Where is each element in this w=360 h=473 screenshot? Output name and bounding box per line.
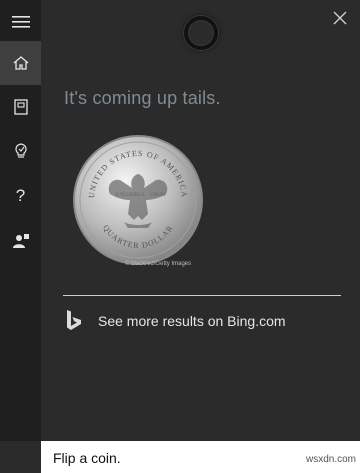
notebook-icon (13, 99, 28, 115)
left-rail: ? (0, 0, 41, 441)
menu-button[interactable] (0, 0, 41, 44)
quarter-coin-image: UNITED STATES OF AMERICA QUARTER DOLLAR … (72, 134, 204, 266)
home-icon (13, 56, 28, 70)
bing-more-results-link[interactable]: See more results on Bing.com (64, 306, 324, 336)
divider (63, 295, 341, 296)
hamburger-menu-icon (11, 16, 30, 28)
lightbulb-icon (14, 143, 27, 158)
coin-motto-left: E PLURIBUS (116, 193, 145, 198)
rail-item-feedback[interactable] (0, 219, 41, 263)
close-icon (333, 11, 347, 25)
watermark: wsxdn.com (305, 454, 356, 465)
rail-item-help[interactable]: ? (0, 174, 41, 218)
help-icon: ? (15, 186, 26, 205)
coin-motto-right: UNUM (150, 193, 166, 198)
rail-item-ideas[interactable] (0, 129, 41, 173)
feedback-icon (12, 234, 29, 248)
query-bar[interactable]: Flip a coin. wsxdn.com (41, 441, 360, 473)
image-credit: © blackred/Getty Images (125, 261, 192, 267)
answer-text: It's coming up tails. (64, 88, 221, 108)
bing-icon (67, 310, 81, 330)
cortana-panel: ? It's coming up tails. UNITED STATES OF… (0, 0, 360, 473)
rail-item-home[interactable] (0, 41, 41, 85)
query-input-text: Flip a coin. (53, 450, 121, 466)
cortana-ring-icon (184, 16, 218, 50)
bing-link-label: See more results on Bing.com (98, 313, 286, 329)
close-button[interactable] (328, 6, 352, 30)
rail-item-notebook[interactable] (0, 85, 41, 129)
